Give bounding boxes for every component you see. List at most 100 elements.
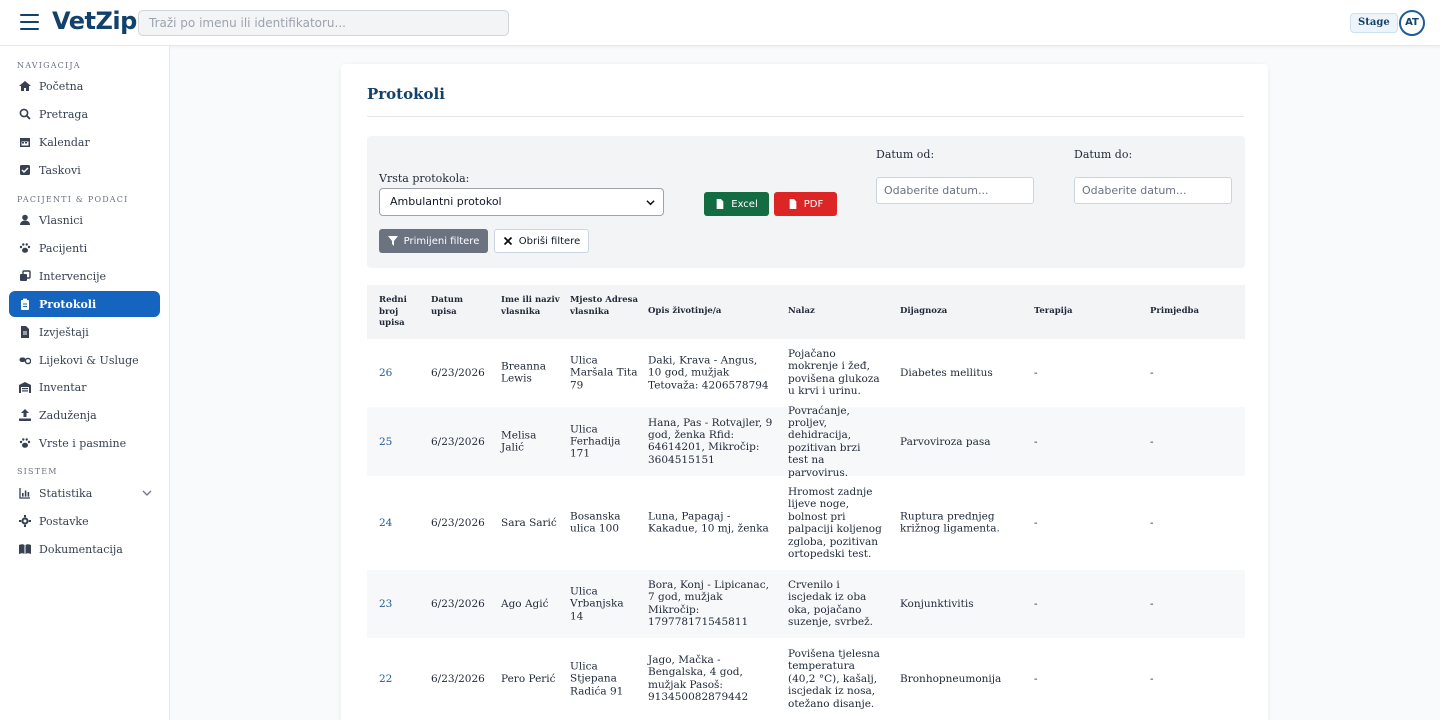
table-cell: - [1150, 516, 1154, 529]
menu-icon[interactable] [20, 14, 39, 30]
table-cell: Bosanska ulica 100 [570, 510, 621, 535]
calendar-icon [18, 135, 32, 149]
column-header[interactable]: Ime ili naziv vlasnika [501, 295, 561, 318]
table-row[interactable]: 26 6/23/2026 Breanna Lewis Ulica Maršala Ti… [367, 339, 1245, 407]
column-header[interactable]: Redni broj upisa [379, 295, 419, 330]
sidebar-item-početna[interactable]: Početna [9, 73, 160, 99]
record-number-link[interactable]: 24 [379, 517, 419, 529]
book-icon [18, 542, 32, 556]
table-cell: - [1034, 435, 1038, 448]
warehouse-icon [18, 380, 32, 394]
sidebar-item-dokumentacija[interactable]: Dokumentacija [9, 536, 160, 562]
table-cell: Hromost zadnje lijeve noge, bolnost pri … [788, 485, 882, 560]
gear-icon [18, 514, 32, 528]
sidebar-item-label: Protokoli [39, 297, 97, 311]
file-pdf-icon [789, 199, 797, 209]
sidebar-section-patients: PACIJENTI & PODACI [17, 195, 129, 204]
app-logo[interactable]: VetZip [52, 7, 137, 35]
sidebar-item-protokoli[interactable]: Protokoli [9, 291, 160, 317]
paw-icon [18, 241, 32, 255]
search-icon [18, 107, 32, 121]
sidebar-section-navigation: NAVIGACIJA [17, 61, 81, 70]
clear-filters-button[interactable]: Obriši filtere [494, 229, 589, 253]
close-icon [503, 236, 512, 246]
column-header[interactable]: Primjedba [1150, 306, 1230, 318]
column-header[interactable]: Dijagnoza [900, 306, 1015, 318]
table-cell: Sara Sarić [501, 516, 557, 529]
column-header[interactable]: Terapija [1034, 306, 1114, 318]
sidebar-item-label: Pacijenti [39, 241, 88, 255]
sidebar-item-label: Izvještaji [39, 325, 89, 339]
table-cell: Ulica Stjepana Radića 91 [570, 660, 624, 698]
sidebar-item-label: Statistika [39, 486, 93, 500]
table-row[interactable]: 24 6/23/2026 Sara Sarić Bosanska ulica 100 L… [367, 476, 1245, 570]
table-cell: - [1150, 366, 1154, 379]
sidebar-item-label: Inventar [39, 380, 87, 394]
sidebar-item-kalendar[interactable]: Kalendar [9, 129, 160, 155]
export-pdf-label: PDF [803, 198, 824, 210]
table-cell: - [1034, 597, 1038, 610]
table-row[interactable]: 22 6/23/2026 Pero Perić Ulica Stjepana Radi… [367, 638, 1245, 720]
export-excel-button[interactable]: Excel [704, 192, 769, 216]
table-row[interactable]: 23 6/23/2026 Ago Agić Ulica Vrbanjska 14 Bor… [367, 570, 1245, 638]
sidebar-item-intervencije[interactable]: Intervencije [9, 263, 160, 289]
sidebar-item-vlasnici[interactable]: Vlasnici [9, 207, 160, 233]
date-to-input[interactable] [1074, 177, 1232, 204]
protocol-type-select[interactable]: Ambulantni protokol [379, 188, 664, 216]
top-bar: VetZip Stage AT [0, 0, 1440, 46]
chevron-down-icon [646, 200, 655, 206]
table-cell: Crvenilo i iscjedak iz oba oka, pojačano… [788, 579, 873, 629]
check-square-icon [18, 163, 32, 177]
sidebar-item-izvještaji[interactable]: Izvještaji [9, 319, 160, 345]
sidebar-item-statistika[interactable]: Statistika [9, 480, 160, 506]
export-excel-label: Excel [731, 198, 758, 210]
sidebar-item-zaduženja[interactable]: Zaduženja [9, 402, 160, 428]
table-cell: Ulica Maršala Tita 79 [570, 354, 638, 392]
column-header[interactable]: Nalaz [788, 306, 883, 318]
sidebar-item-inventar[interactable]: Inventar [9, 374, 160, 400]
sidebar-item-taskovi[interactable]: Taskovi [9, 157, 160, 183]
sidebar-item-vrste-i-pasmine[interactable]: Vrste i pasmine [9, 430, 160, 456]
page-title: Protokoli [367, 85, 445, 103]
table-cell: Povraćanje, proljev, dehidracija, poziti… [788, 404, 861, 479]
sidebar-item-label: Pretraga [39, 107, 89, 121]
upload-icon [18, 408, 32, 422]
search-input[interactable] [138, 10, 509, 36]
table-cell: - [1034, 516, 1038, 529]
column-header[interactable]: Datum upisa [431, 295, 491, 318]
record-number-link[interactable]: 26 [379, 367, 419, 379]
table-cell: Luna, Papagaj - Kakadue, 10 mj, ženka [648, 510, 769, 535]
sidebar-item-lijekovi-usluge[interactable]: Lijekovi & Usluge [9, 347, 160, 373]
date-from-input[interactable] [876, 177, 1034, 204]
apply-filters-label: Primijeni filtere [403, 235, 480, 247]
title-divider [367, 116, 1244, 117]
sidebar-item-postavke[interactable]: Postavke [9, 508, 160, 534]
record-number-link[interactable]: 22 [379, 673, 419, 685]
protocol-type-label: Vrsta protokola: [379, 172, 470, 185]
sidebar-item-pretraga[interactable]: Pretraga [9, 101, 160, 127]
table-cell: Ago Agić [501, 597, 549, 610]
table-row[interactable]: 25 6/23/2026 Melisa Jalić Ulica Ferhadija 1… [367, 404, 1245, 479]
export-pdf-button[interactable]: PDF [774, 192, 837, 216]
table-cell: 6/23/2026 [431, 516, 485, 529]
apply-filters-button[interactable]: Primijeni filtere [379, 229, 488, 253]
table-cell: Bora, Konj - Lipicanac, 7 god, mužjak Mi… [648, 579, 769, 629]
pills-icon [18, 353, 32, 367]
table-cell: Pero Perić [501, 672, 556, 685]
column-header[interactable]: Opis životinje/a [648, 306, 773, 318]
table-cell: - [1034, 366, 1038, 379]
environment-badge: Stage [1350, 13, 1398, 33]
table-cell: Parvoviroza pasa [900, 435, 991, 448]
record-number-link[interactable]: 23 [379, 598, 419, 610]
sidebar-item-label: Kalendar [39, 135, 90, 149]
table-cell: 6/23/2026 [431, 366, 485, 379]
table-cell: Konjunktivitis [900, 597, 974, 610]
user-avatar[interactable]: AT [1399, 10, 1425, 36]
column-header[interactable]: Mjesto Adresa vlasnika [570, 295, 640, 318]
sidebar-item-label: Početna [39, 79, 84, 93]
table-cell: - [1034, 672, 1038, 685]
sidebar-item-pacijenti[interactable]: Pacijenti [9, 235, 160, 261]
chevron-down-icon[interactable] [142, 488, 152, 498]
table-cell: 6/23/2026 [431, 672, 485, 685]
record-number-link[interactable]: 25 [379, 435, 419, 447]
